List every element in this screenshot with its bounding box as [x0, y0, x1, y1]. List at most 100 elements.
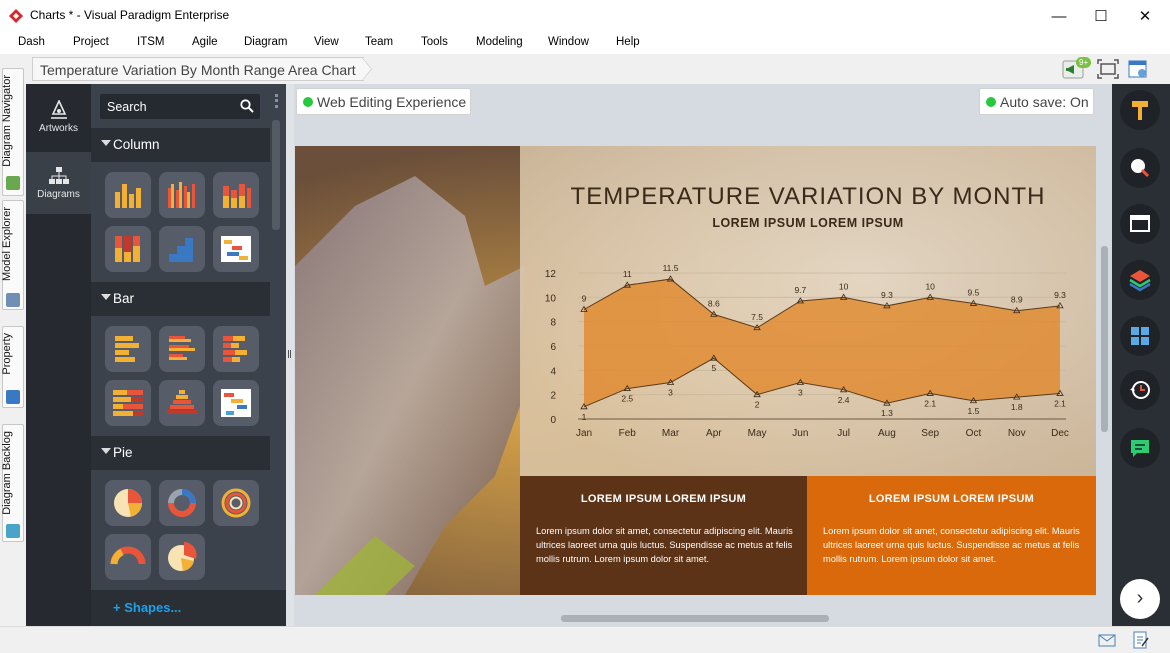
section-pie-title: Pie [113, 445, 133, 460]
ring-chart-thumb[interactable] [213, 480, 259, 526]
bar-chart-thumb[interactable] [105, 326, 151, 372]
menu-view[interactable]: View [314, 36, 339, 48]
menu-tools[interactable]: Tools [421, 36, 448, 48]
pie-chart-thumb[interactable] [105, 480, 151, 526]
category-artworks[interactable]: Artworks [26, 88, 91, 150]
section-bar[interactable]: Bar [91, 282, 270, 316]
diagrams-icon [48, 167, 69, 184]
chart-title: TEMPERATURE VARIATION BY MONTH [570, 183, 1046, 210]
x-tick-label: Mar [662, 428, 680, 439]
data-label-low: 1.3 [881, 408, 893, 418]
range-area-chart[interactable]: 0 2 4 6 8 10 12 9 1 Jan 11 2.5 Feb 11.5 3 Mar 8.6 5 Apr 7.5… [520, 251, 1096, 441]
document-edit-icon[interactable] [1133, 631, 1149, 652]
history-button[interactable] [1120, 370, 1160, 410]
stacked-column-thumb[interactable] [213, 172, 259, 218]
breadcrumb-arrow-fill [362, 58, 371, 80]
section-column-title: Column [113, 137, 160, 152]
step-column-thumb[interactable] [159, 226, 205, 272]
panels-icon [1131, 327, 1149, 345]
data-label-low: 3 [668, 388, 673, 398]
exploded-pie-thumb[interactable] [159, 534, 205, 580]
web-editing-pill[interactable]: Web Editing Experience [296, 88, 471, 115]
data-label-low: 3 [798, 388, 803, 398]
panel-grip-icon[interactable] [275, 94, 278, 108]
search-icon[interactable] [240, 99, 254, 116]
data-label-low: 2 [755, 400, 760, 410]
mail-icon[interactable] [1098, 634, 1116, 650]
percent-column-thumb[interactable] [105, 226, 151, 272]
x-tick-label: Oct [966, 428, 982, 439]
caret-down-icon [101, 448, 111, 454]
tab-model-explorer[interactable]: Model Explorer [1, 200, 24, 310]
window-button[interactable] [1120, 204, 1160, 244]
menu-modeling[interactable]: Modeling [476, 36, 523, 48]
fit-page-icon[interactable] [1097, 58, 1121, 80]
panel-scrollbar[interactable] [272, 120, 280, 230]
category-diagrams[interactable]: Diagrams [26, 152, 91, 214]
info-box-dark-title: LOREM IPSUM LOREM IPSUM [580, 493, 747, 505]
section-column[interactable]: Column [91, 128, 270, 162]
close-button[interactable]: ✕ [1122, 0, 1168, 32]
diagram-settings-icon[interactable] [1127, 58, 1151, 80]
section-pie[interactable]: Pie [91, 436, 270, 470]
data-label-high: 9.5 [968, 287, 980, 297]
stacked-bar-thumb[interactable] [213, 326, 259, 372]
clustered-bar-thumb[interactable] [159, 326, 205, 372]
tab-diagram-navigator[interactable]: Diagram Navigator [1, 68, 24, 196]
gantt-column-thumb[interactable] [213, 226, 259, 272]
menu-dash[interactable]: Dash [18, 36, 45, 48]
gauge-chart-thumb[interactable] [105, 534, 151, 580]
left-side-tabs: Diagram Navigator Model Explorer Propert… [0, 60, 26, 630]
window-title: Charts * - Visual Paradigm Enterprise [30, 8, 230, 22]
menu-itsm[interactable]: ITSM [137, 36, 164, 48]
column-chart-thumb[interactable] [105, 172, 151, 218]
donut-chart-thumb[interactable] [159, 480, 205, 526]
format-brush-button[interactable] [1120, 90, 1160, 130]
menu-window[interactable]: Window [548, 36, 589, 48]
status-bar [0, 626, 1170, 653]
tab-diagram-backlog[interactable]: Diagram Backlog [1, 424, 24, 542]
autosave-pill[interactable]: Auto save: On [979, 88, 1094, 115]
next-arrow-button[interactable]: › [1120, 579, 1160, 619]
data-label-low: 5 [711, 363, 716, 373]
status-dot-icon [986, 97, 996, 107]
menu-agile[interactable]: Agile [192, 36, 218, 48]
x-tick-label: May [748, 428, 767, 439]
title-bar: Charts * - Visual Paradigm Enterprise — … [0, 0, 1170, 32]
data-label-high: 8.6 [708, 298, 720, 308]
infographic-design[interactable]: TEMPERATURE VARIATION BY MONTH LOREM IPS… [295, 146, 1096, 595]
x-tick-label: Feb [619, 428, 637, 439]
menu-team[interactable]: Team [365, 36, 393, 48]
menu-bar: Dash Project ITSM Agile Diagram View Tea… [0, 32, 1170, 54]
zoom-button[interactable] [1120, 148, 1160, 188]
zoom-icon [1131, 159, 1150, 178]
chat-button[interactable] [1120, 428, 1160, 468]
app-logo-icon [8, 8, 24, 24]
breadcrumb[interactable]: Temperature Variation By Month Range Are… [32, 57, 364, 81]
panels-button[interactable] [1120, 316, 1160, 356]
web-editing-label: Web Editing Experience [317, 94, 467, 110]
tab-property[interactable]: Property [1, 326, 24, 408]
clustered-column-thumb[interactable] [159, 172, 205, 218]
pyramid-bar-thumb[interactable] [159, 380, 205, 426]
maximize-button[interactable]: ☐ [1078, 0, 1124, 32]
x-tick-label: Sep [921, 428, 939, 439]
y-tick-label: 6 [550, 342, 556, 353]
category-diagrams-label: Diagrams [37, 189, 80, 200]
data-label-high: 9 [582, 294, 587, 304]
menu-help[interactable]: Help [616, 36, 640, 48]
x-tick-label: Jul [837, 428, 850, 439]
menu-project[interactable]: Project [73, 36, 109, 48]
canvas-vertical-scrollbar[interactable] [1101, 246, 1108, 432]
format-brush-icon [1132, 101, 1148, 120]
shapes-link[interactable]: + Shapes... [91, 590, 286, 626]
menu-diagram[interactable]: Diagram [244, 36, 287, 48]
percent-bar-thumb[interactable] [105, 380, 151, 426]
minimize-button[interactable]: — [1036, 0, 1082, 32]
layers-button[interactable] [1120, 260, 1160, 300]
data-label-low: 1.5 [968, 406, 980, 416]
canvas-horizontal-scrollbar[interactable] [561, 615, 829, 622]
x-tick-label: Jan [576, 428, 592, 439]
gantt-bar-thumb[interactable] [213, 380, 259, 426]
panel-splitter[interactable] [286, 84, 294, 626]
